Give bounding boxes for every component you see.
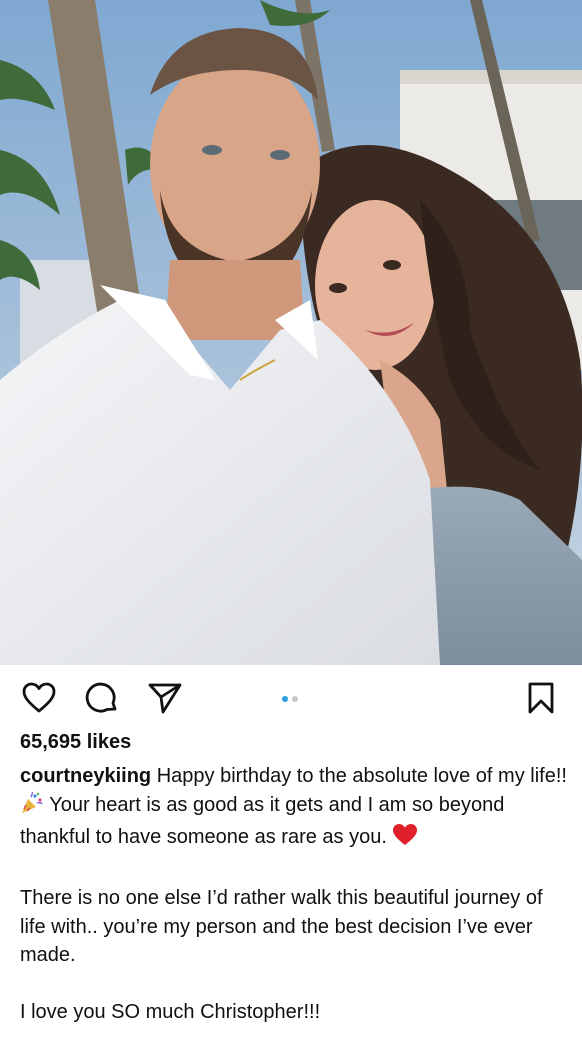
likes-count[interactable]: 65,695 likes [20,731,131,754]
heart-outline-icon [22,682,56,713]
bookmark-icon [528,682,554,714]
like-button[interactable] [22,681,56,715]
post-photo[interactable] [0,0,582,665]
couple-selfie-image [0,0,582,665]
paper-plane-icon [148,683,182,714]
caption-username[interactable]: courtneykiing [20,765,151,787]
caption-paragraph-3: I love you SO much Christopher!!! [20,1001,321,1023]
carousel-dot-active [282,696,288,702]
save-button[interactable] [524,681,558,715]
post-caption: courtneykiing Happy birthday to the abso… [20,762,568,1055]
caption-paragraph-2: There is no one else I’d rather walk thi… [20,887,543,966]
comment-bubble-icon [85,682,117,713]
party-popper-emoji [20,791,44,824]
carousel-dot [292,696,298,702]
comment-button[interactable] [85,681,119,715]
post-action-bar [0,665,582,727]
red-heart-emoji [392,823,418,856]
carousel-indicator [282,696,298,702]
caption-line-2: Your heart is as good as it gets and I a… [20,793,505,849]
caption-line-1: Happy birthday to the absolute love of m… [156,765,567,787]
caption-paragraph-1: courtneykiing Happy birthday to the abso… [20,762,568,856]
share-button[interactable] [148,681,182,715]
